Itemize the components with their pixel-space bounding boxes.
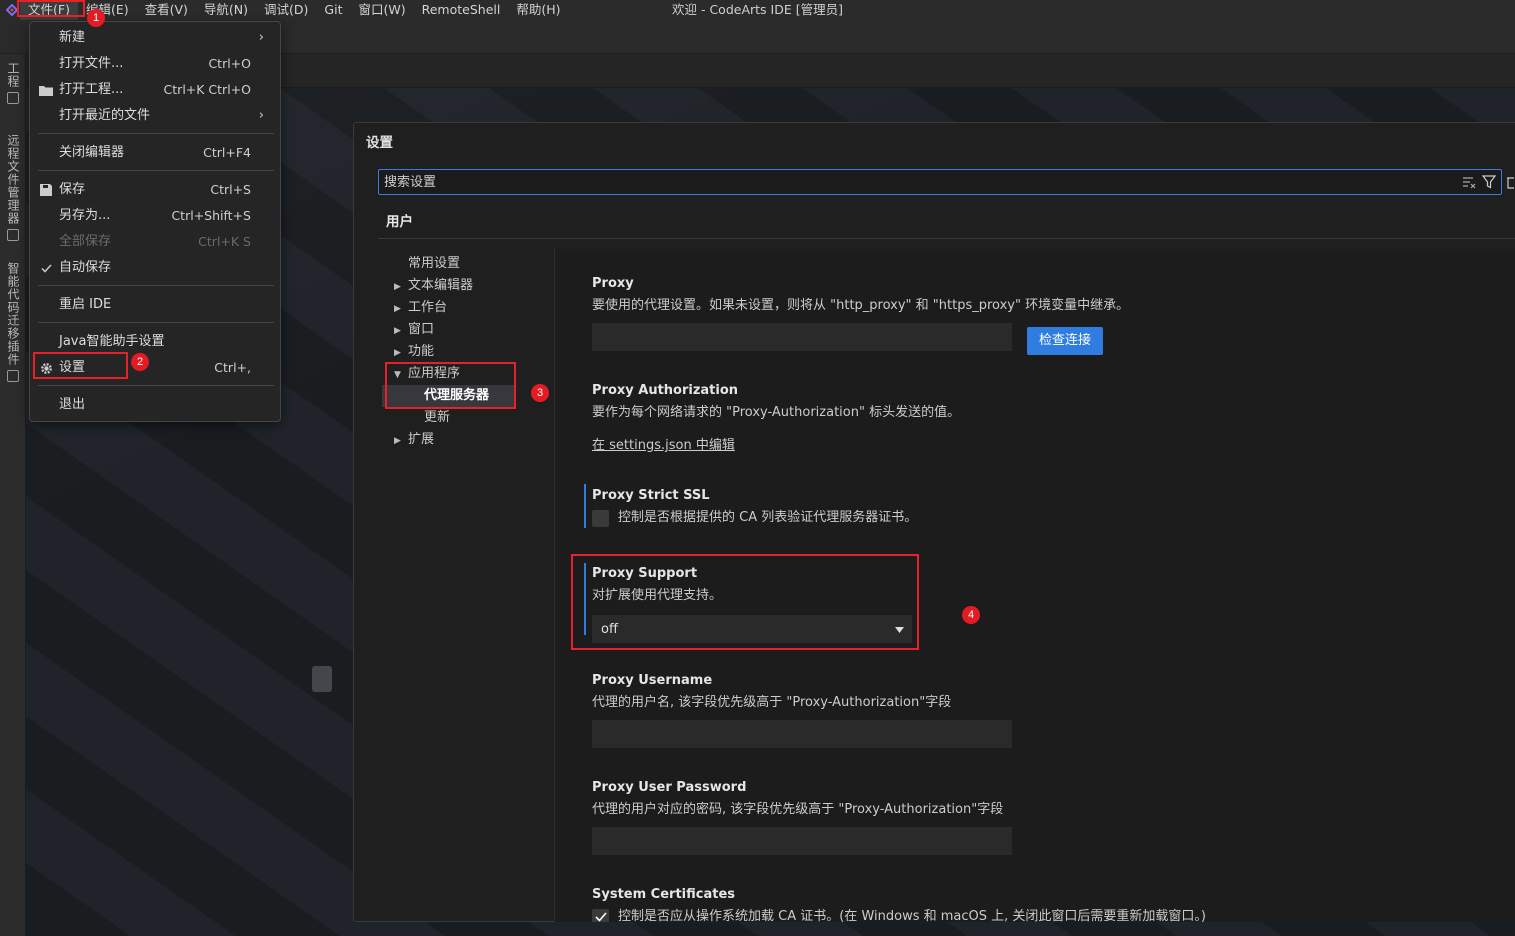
menu-bar: 文件(F) 编辑(E) 查看(V) 导航(N) 调试(D) Git 窗口(W) …	[0, 0, 1515, 20]
file-menu-close-editor[interactable]: 关闭编辑器 Ctrl+F4	[30, 140, 280, 166]
setting-description: 要使用的代理设置。如果未设置，则将从 "http_proxy" 和 "https…	[592, 298, 1130, 313]
annotation-box-4	[571, 554, 919, 650]
background-figure	[312, 666, 332, 692]
activity-remote-files[interactable]: 远程文件管理器	[0, 134, 26, 241]
annotation-badge-1: 1	[87, 9, 105, 27]
menu-help[interactable]: 帮助(H)	[508, 0, 568, 20]
file-menu-exit[interactable]: 退出	[30, 392, 280, 418]
setting-title: Proxy	[592, 276, 634, 291]
menu-separator	[38, 322, 274, 323]
chevron-right-icon: ›	[258, 30, 264, 45]
setting-title: System Certificates	[592, 887, 735, 902]
file-menu-open-file[interactable]: 打开文件... Ctrl+O	[30, 51, 280, 77]
activity-project-label: 工程	[6, 62, 20, 88]
annotation-badge-3: 3	[531, 384, 549, 402]
setting-proxy: Proxy 要使用的代理设置。如果未设置，则将从 "http_proxy" 和 …	[592, 275, 1130, 355]
caret-right-icon: ▶	[394, 282, 401, 292]
setting-system-certificates: System Certificates 控制是否应从操作系统加载 CA 证书。(…	[592, 886, 1206, 922]
toc-extensions[interactable]: ▶ 扩展	[394, 429, 434, 451]
file-menu-new[interactable]: 新建 ›	[30, 25, 280, 51]
annotation-box-3	[385, 362, 516, 409]
toc-update[interactable]: 更新	[424, 407, 450, 429]
activity-bar: 工程 远程文件管理器 智能代码迁移插件	[0, 54, 26, 936]
caret-right-icon: ▶	[394, 304, 401, 314]
setting-title: Proxy Username	[592, 673, 713, 688]
proxy-user-password-input[interactable]	[592, 827, 1012, 855]
setting-description: 要作为每个网络请求的 "Proxy-Authorization" 标头发送的值。	[592, 405, 961, 420]
menu-separator	[38, 285, 274, 286]
file-menu-save[interactable]: 保存 Ctrl+S	[30, 177, 280, 203]
file-menu-restart-ide[interactable]: 重启 IDE	[30, 292, 280, 318]
trash-icon[interactable]	[1506, 175, 1514, 193]
proxy-strict-ssl-checkbox[interactable]	[592, 509, 609, 527]
server-icon	[7, 229, 19, 241]
chevron-right-icon: ›	[258, 108, 264, 123]
file-menu-open-project[interactable]: 打开工程... Ctrl+K Ctrl+O	[30, 77, 280, 103]
menu-separator	[38, 170, 274, 171]
toc-window[interactable]: ▶ 窗口	[394, 319, 434, 341]
setting-title: Proxy Authorization	[592, 383, 739, 398]
setting-proxy-strict-ssl: Proxy Strict SSL 控制是否根据提供的 CA 列表验证代理服务器证…	[592, 487, 917, 527]
menu-git[interactable]: Git	[316, 0, 350, 20]
toc-features[interactable]: ▶ 功能	[394, 341, 434, 363]
file-menu-open-recent[interactable]: 打开最近的文件 ›	[30, 103, 280, 129]
edit-in-settings-json-link[interactable]: 在 settings.json 中编辑	[592, 434, 735, 453]
activity-code-migration-label: 智能代码迁移插件	[6, 262, 20, 366]
setting-title: Proxy User Password	[592, 780, 747, 795]
setting-description: 代理的用户名, 该字段优先级高于 "Proxy-Authorization"字段	[592, 695, 952, 710]
toc-text-editor[interactable]: ▶ 文本编辑器	[394, 275, 473, 297]
annotation-badge-2: 2	[131, 353, 149, 371]
settings-search-input[interactable]	[378, 169, 1502, 195]
modified-indicator	[584, 484, 586, 528]
caret-right-icon: ▶	[394, 348, 401, 358]
settings-title: 设置	[366, 135, 393, 151]
checkmark-icon	[39, 261, 53, 275]
file-menu-save-all: 全部保存 Ctrl+K S	[59, 234, 251, 249]
caret-right-icon: ▶	[394, 436, 401, 446]
proxy-input[interactable]	[592, 323, 1012, 351]
file-menu-auto-save[interactable]: 自动保存	[30, 255, 280, 281]
setting-description: 控制是否应从操作系统加载 CA 证书。(在 Windows 和 macOS 上,…	[618, 909, 1206, 922]
toc-common-settings[interactable]: 常用设置	[394, 253, 460, 275]
activity-code-migration[interactable]: 智能代码迁移插件	[0, 262, 26, 382]
plugin-icon	[7, 370, 19, 382]
menu-remoteshell[interactable]: RemoteShell	[414, 0, 509, 20]
menu-separator	[38, 385, 274, 386]
settings-editor: 设置 用户 常用设置 ▶文本编辑器 ▶工作台 ▶窗口 ▶功能 ▼应用程序	[353, 122, 1515, 922]
caret-right-icon: ▶	[394, 326, 401, 336]
check-connection-button[interactable]: 检查连接	[1027, 327, 1104, 355]
setting-description: 代理的用户对应的密码, 该字段优先级高于 "Proxy-Authorizatio…	[592, 802, 1004, 817]
save-icon	[39, 183, 53, 197]
setting-proxy-user-password: Proxy User Password 代理的用户对应的密码, 该字段优先级高于…	[592, 779, 1012, 855]
settings-toc: 常用设置 ▶ 文本编辑器 ▶ 工作台 ▶ 窗口 ▶ 功能 ▼ 应用程序 代理服务器 更新 …	[354, 249, 554, 922]
activity-remote-files-label: 远程文件管理器	[6, 134, 20, 225]
menu-separator	[38, 133, 274, 134]
file-menu-save-as[interactable]: 另存为... Ctrl+Shift+S	[30, 203, 280, 229]
menu-window[interactable]: 窗口(W)	[350, 0, 413, 20]
setting-description: 控制是否根据提供的 CA 列表验证代理服务器证书。	[618, 510, 918, 525]
clear-search-icon[interactable]	[1462, 175, 1476, 189]
proxy-username-input[interactable]	[592, 720, 1012, 748]
filter-icon[interactable]	[1482, 175, 1496, 189]
setting-proxy-username: Proxy Username 代理的用户名, 该字段优先级高于 "Proxy-A…	[592, 672, 1012, 748]
system-certificates-checkbox[interactable]	[592, 908, 609, 922]
tab-user-settings[interactable]: 用户	[378, 213, 421, 239]
setting-proxy-authorization: Proxy Authorization 要作为每个网络请求的 "Proxy-Au…	[592, 382, 960, 453]
folder-icon	[39, 83, 53, 97]
annotation-badge-4: 4	[962, 606, 980, 624]
tab-divider	[378, 238, 1515, 239]
menu-navigate[interactable]: 导航(N)	[196, 0, 256, 20]
annotation-box-2	[33, 352, 128, 379]
setting-title: Proxy Strict SSL	[592, 488, 710, 503]
folder-icon	[7, 92, 19, 104]
menu-view[interactable]: 查看(V)	[137, 0, 196, 20]
toc-workbench[interactable]: ▶ 工作台	[394, 297, 447, 319]
activity-project[interactable]: 工程	[0, 62, 26, 104]
checkmark-icon	[594, 912, 607, 922]
search-tools	[1462, 175, 1496, 189]
menu-debug[interactable]: 调试(D)	[256, 0, 316, 20]
annotation-box-1	[17, 0, 85, 17]
